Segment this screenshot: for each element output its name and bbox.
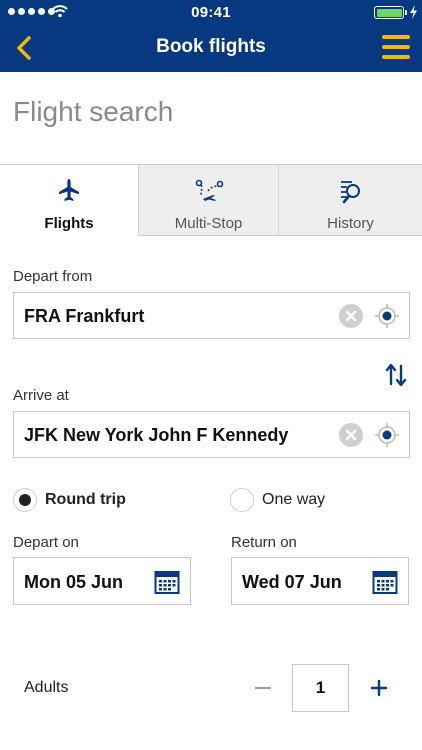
battery-icon [374,6,404,19]
calendar-icon [154,571,180,594]
airplane-icon [59,179,79,201]
search-mode-tabs: Flights Multi-Stop History [0,164,422,236]
charging-bolt-icon [410,5,417,19]
one-way-radio[interactable] [230,488,254,512]
adults-decrement-button[interactable] [252,676,274,700]
depart-from-value: FRA Frankfurt [24,306,145,326]
adults-label: Adults [24,679,69,696]
one-way-option[interactable]: One way [230,486,325,514]
depart-on-label: Depart on [13,534,79,551]
swap-airports-icon[interactable] [384,362,408,388]
status-time: 09:41 [191,4,231,21]
tab-history[interactable]: History [279,164,422,236]
tab-flights-label: Flights [44,215,94,232]
depart-date-field[interactable]: Mon 05 Jun [13,557,191,605]
navigation-bar: Book flights [0,24,422,72]
locate-me-icon[interactable] [373,302,401,330]
depart-date-value: Mon 05 Jun [24,572,124,592]
round-trip-option[interactable]: Round trip [13,486,126,514]
adults-increment-button[interactable] [367,676,391,700]
arrive-at-label: Arrive at [13,387,69,404]
locate-me-icon[interactable] [373,421,401,449]
depart-from-label: Depart from [13,268,93,285]
status-bar: 09:41 [0,0,422,24]
hamburger-menu-icon[interactable] [380,32,412,62]
return-on-label: Return on [231,534,297,551]
tab-multi-stop[interactable]: Multi-Stop [139,164,279,236]
tab-multi-stop-label: Multi-Stop [174,215,243,232]
tab-history-label: History [327,215,374,232]
clear-arrive-icon[interactable] [339,423,363,447]
battery-nub [405,10,407,15]
arrive-at-field[interactable]: JFK New York John F Kennedy [13,411,410,458]
arrive-at-value: JFK New York John F Kennedy [24,425,289,445]
minus-icon [255,687,271,689]
nav-title: Book flights [156,36,266,57]
calendar-icon [372,571,398,594]
round-trip-radio[interactable] [13,488,37,512]
multi-stop-route-icon [195,179,223,201]
history-search-icon [340,181,360,204]
round-trip-label: Round trip [45,491,126,508]
return-date-value: Wed 07 Jun [242,572,342,592]
tab-flights[interactable]: Flights [0,164,139,236]
depart-from-field[interactable]: FRA Frankfurt [13,292,410,339]
adults-count: 1 [292,664,349,712]
page-title: Flight search [13,96,174,127]
one-way-label: One way [262,491,326,508]
return-date-field[interactable]: Wed 07 Jun [231,557,409,605]
clear-depart-icon[interactable] [339,304,363,328]
